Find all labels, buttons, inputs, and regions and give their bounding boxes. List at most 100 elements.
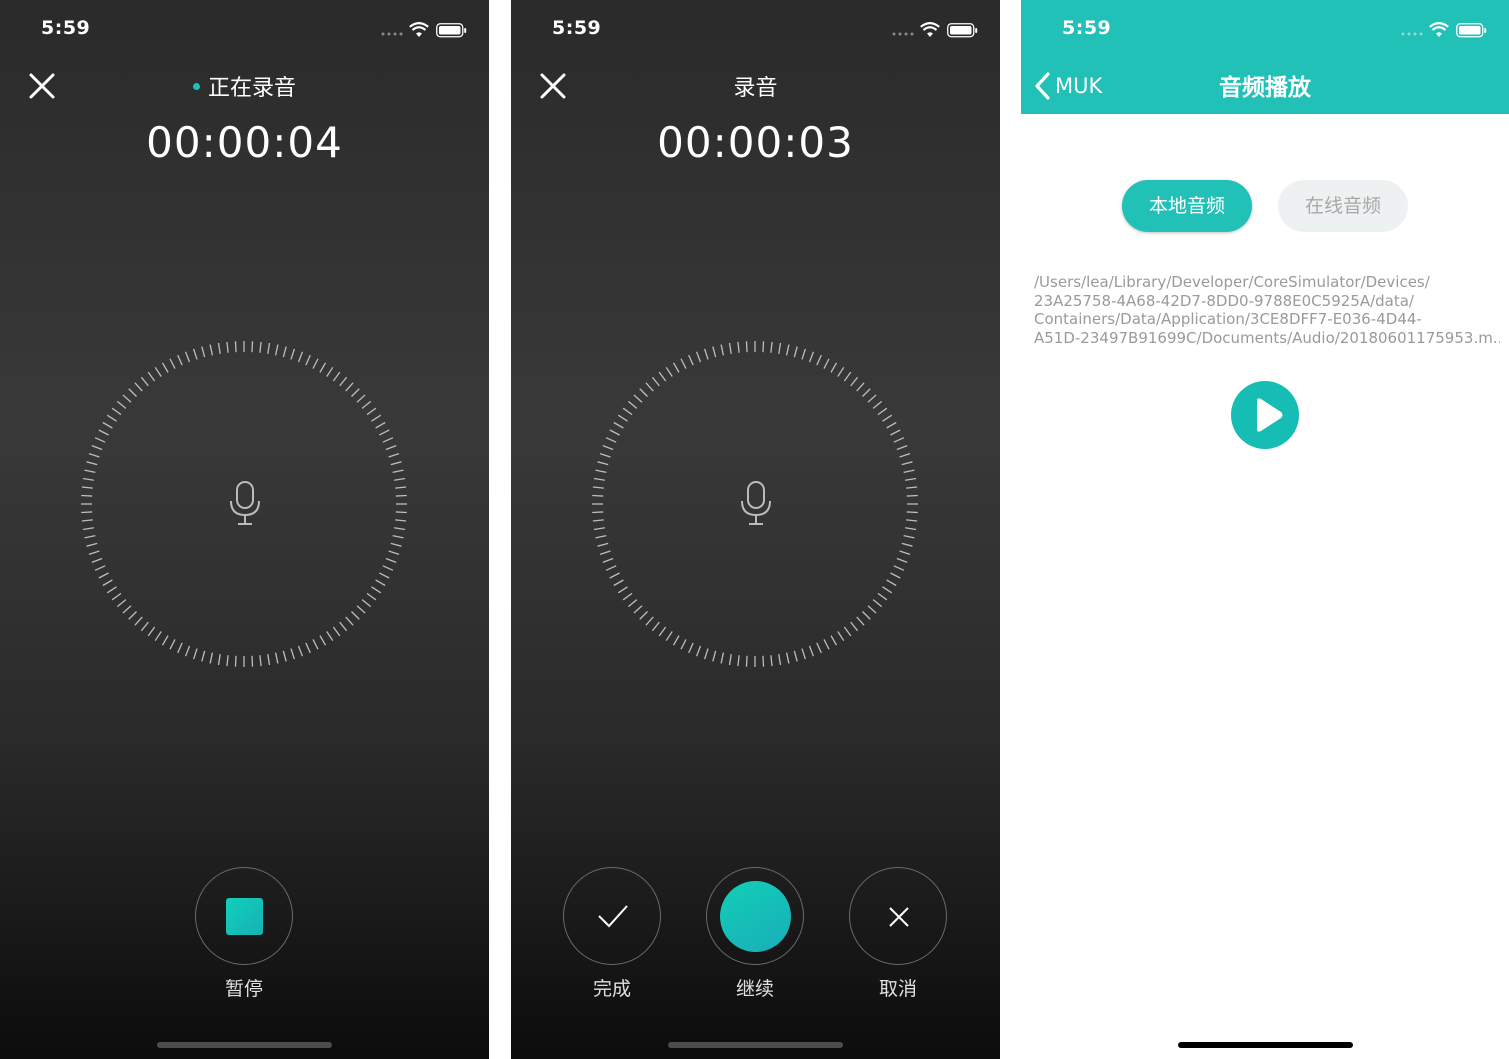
signal-dots-icon: [892, 32, 914, 36]
ring-tick: [177, 642, 183, 654]
ring-tick: [627, 599, 638, 608]
ring-tick: [84, 534, 96, 539]
ring-tick: [345, 616, 354, 626]
done-button[interactable]: [563, 867, 661, 965]
ring-tick: [658, 626, 667, 637]
ring-tick: [605, 437, 617, 443]
ring-tick: [816, 354, 822, 366]
tab-online-audio[interactable]: 在线音频: [1278, 180, 1408, 232]
ring-tick: [651, 376, 660, 387]
ring-tick: [801, 648, 806, 660]
file-path-line: A51D-23497B91699C/Documents/Audio/201806…: [1034, 328, 1500, 347]
ring-tick: [592, 511, 604, 514]
ring-tick: [111, 592, 122, 601]
ring-tick: [339, 376, 348, 387]
ring-tick: [98, 572, 109, 579]
close-icon: [889, 907, 909, 927]
home-indicator: [157, 1042, 332, 1048]
ring-tick: [88, 453, 100, 458]
ring-tick: [609, 572, 620, 579]
ring-tick: [94, 565, 106, 571]
ring-tick: [886, 579, 897, 587]
ring-tick: [688, 354, 694, 366]
ring-tick: [154, 631, 162, 642]
ring-tick: [720, 652, 725, 664]
ring-tick: [762, 341, 765, 353]
ring-tick: [147, 626, 156, 637]
ring-tick: [361, 400, 372, 409]
ring-tick: [111, 407, 122, 416]
file-path-line: 23A25758-4A68-42D7-8DD0-9788E0C5925A/dat…: [1034, 291, 1414, 310]
ring-tick: [395, 486, 407, 489]
status-icons: [1401, 22, 1489, 40]
wifi-icon: [1429, 22, 1449, 37]
ring-tick: [745, 341, 748, 353]
ring-tick: [793, 346, 798, 358]
ring-tick: [312, 358, 319, 369]
ring-tick: [672, 362, 680, 373]
ring-tick: [217, 342, 221, 354]
ring-tick: [201, 346, 206, 358]
ring-tick: [88, 550, 100, 555]
ring-tick: [816, 642, 822, 654]
ring-tick: [371, 586, 382, 594]
ring-tick: [877, 407, 888, 416]
ring-tick: [906, 511, 918, 514]
ring-tick: [193, 348, 198, 360]
ring-tick: [319, 635, 327, 646]
ring-tick: [843, 371, 852, 382]
ring-tick: [633, 605, 643, 614]
ring-tick: [169, 639, 176, 650]
recording-screen: 5:59 正在录音 00:00:04 暂停: [0, 0, 489, 1059]
ring-tick: [901, 542, 913, 547]
ring-tick: [394, 477, 406, 481]
tab-local-audio[interactable]: 本地音频: [1122, 180, 1252, 232]
cancel-label: 取消: [878, 978, 917, 1000]
file-path-line: Containers/Data/Application/3CE8DFF7-E03…: [1034, 310, 1422, 328]
ring-tick: [339, 621, 348, 632]
ring-tick: [872, 400, 883, 409]
ring-tick: [808, 351, 815, 363]
ring-tick: [639, 388, 648, 397]
ring-tick: [282, 650, 287, 662]
ring-tick: [128, 388, 137, 397]
ring-tick: [645, 616, 654, 626]
ring-tick: [147, 371, 156, 382]
pause-button[interactable]: [195, 867, 293, 965]
ring-tick: [680, 358, 687, 369]
play-icon[interactable]: [1230, 380, 1300, 450]
cancel-button[interactable]: [849, 867, 947, 965]
ring-tick: [102, 421, 113, 429]
ring-tick: [890, 572, 901, 579]
ring-tick: [209, 344, 214, 356]
ring-tick: [872, 599, 883, 608]
signal-dots-icon: [381, 32, 403, 36]
ring-tick: [896, 444, 908, 451]
page-title-text: 正在录音: [207, 76, 296, 101]
ring-tick: [98, 429, 109, 436]
ring-tick: [843, 626, 852, 637]
ring-tick: [388, 453, 400, 458]
ring-tick: [102, 579, 113, 587]
nav-header: 5:59 MUK 音频播放: [1021, 0, 1509, 114]
ring-tick: [297, 351, 304, 363]
ring-tick: [595, 534, 607, 539]
ring-tick: [737, 655, 740, 667]
ring-tick: [808, 645, 815, 657]
continue-button[interactable]: [706, 867, 804, 965]
ring-tick: [154, 366, 162, 377]
audio-file-path: /Users/lea/Library/Developer/CoreSimulat…: [1034, 273, 1500, 347]
ring-tick: [128, 611, 137, 620]
ring-tick: [392, 534, 404, 539]
ring-tick: [597, 542, 609, 547]
file-path-line: /Users/lea/Library/Developer/CoreSimulat…: [1034, 273, 1430, 291]
ring-tick: [645, 382, 654, 392]
ring-tick: [140, 376, 149, 387]
ring-tick: [770, 655, 773, 667]
ring-tick: [688, 642, 694, 654]
status-time: 5:59: [552, 17, 602, 39]
ring-tick: [823, 358, 830, 369]
ring-tick: [890, 429, 901, 436]
checkmark-icon: [598, 905, 628, 928]
ring-tick: [395, 519, 407, 522]
